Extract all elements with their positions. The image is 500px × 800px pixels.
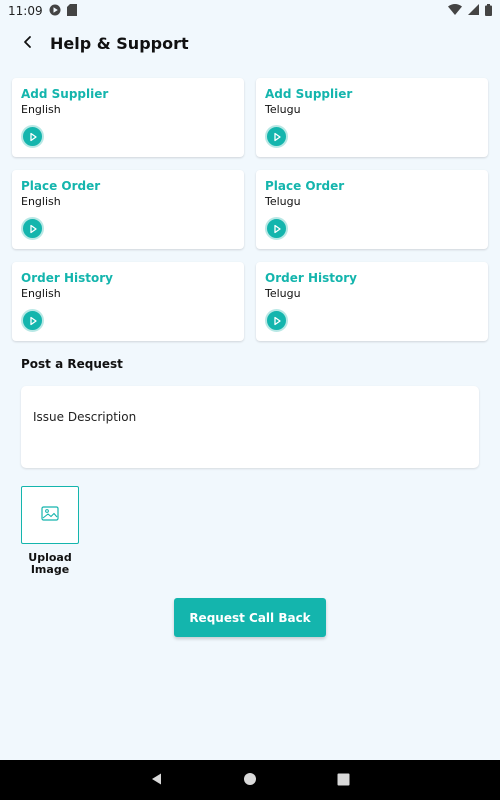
- play-icon: [28, 127, 38, 146]
- card-language: English: [21, 195, 61, 208]
- play-button[interactable]: [265, 309, 288, 332]
- tutorial-card-place-order-english[interactable]: Place Order English: [12, 170, 244, 249]
- card-title: Add Supplier: [265, 87, 353, 101]
- play-button[interactable]: [21, 217, 44, 240]
- upload-image-button[interactable]: [21, 486, 79, 544]
- card-language: Telugu: [265, 103, 301, 116]
- request-call-back-button[interactable]: Request Call Back: [174, 598, 326, 637]
- card-language: Telugu: [265, 195, 301, 208]
- upload-image-label: Upload Image: [28, 551, 72, 576]
- nav-home-button[interactable]: [238, 768, 262, 792]
- tutorial-card-add-supplier-english[interactable]: Add Supplier English: [12, 78, 244, 157]
- nav-back-button[interactable]: [145, 768, 169, 792]
- play-icon: [272, 311, 282, 330]
- card-title: Order History: [265, 271, 357, 285]
- image-icon: [41, 505, 59, 525]
- play-button[interactable]: [265, 217, 288, 240]
- circle-home-icon: [243, 771, 257, 790]
- tutorial-grid: Add Supplier English Add Supplier Telugu…: [12, 78, 488, 341]
- tutorial-card-order-history-english[interactable]: Order History English: [12, 262, 244, 341]
- card-language: English: [21, 287, 61, 300]
- card-title: Place Order: [21, 179, 101, 193]
- back-button[interactable]: [18, 33, 38, 53]
- system-nav-bar: [0, 760, 500, 800]
- play-button[interactable]: [21, 125, 44, 148]
- play-icon: [272, 127, 282, 146]
- signal-icon: [468, 4, 479, 18]
- square-recents-icon: [337, 771, 350, 790]
- back-arrow-icon: [21, 34, 35, 53]
- play-icon: [28, 311, 38, 330]
- play-icon: [272, 219, 282, 238]
- triangle-back-icon: [150, 771, 164, 790]
- tutorial-card-order-history-telugu[interactable]: Order History Telugu: [256, 262, 488, 341]
- app-bar: Help & Support: [0, 22, 500, 64]
- card-language: English: [21, 103, 61, 116]
- post-request-heading: Post a Request: [21, 357, 123, 371]
- battery-icon: [485, 3, 492, 19]
- google-play-icon: [49, 4, 61, 19]
- status-time: 11:09: [8, 4, 43, 18]
- play-icon: [28, 219, 38, 238]
- tutorial-card-place-order-telugu[interactable]: Place Order Telugu: [256, 170, 488, 249]
- play-button[interactable]: [21, 309, 44, 332]
- play-button[interactable]: [265, 125, 288, 148]
- card-title: Place Order: [265, 179, 345, 193]
- status-bar: 11:09: [0, 0, 500, 22]
- card-title: Order History: [21, 271, 113, 285]
- sd-card-icon: [66, 3, 77, 19]
- card-language: Telugu: [265, 287, 301, 300]
- wifi-icon: [448, 4, 462, 18]
- tutorial-card-add-supplier-telugu[interactable]: Add Supplier Telugu: [256, 78, 488, 157]
- page-title: Help & Support: [50, 33, 189, 53]
- nav-recents-button[interactable]: [331, 768, 355, 792]
- issue-description-input[interactable]: Issue Description: [21, 386, 479, 468]
- issue-description-placeholder: Issue Description: [33, 410, 137, 424]
- card-title: Add Supplier: [21, 87, 109, 101]
